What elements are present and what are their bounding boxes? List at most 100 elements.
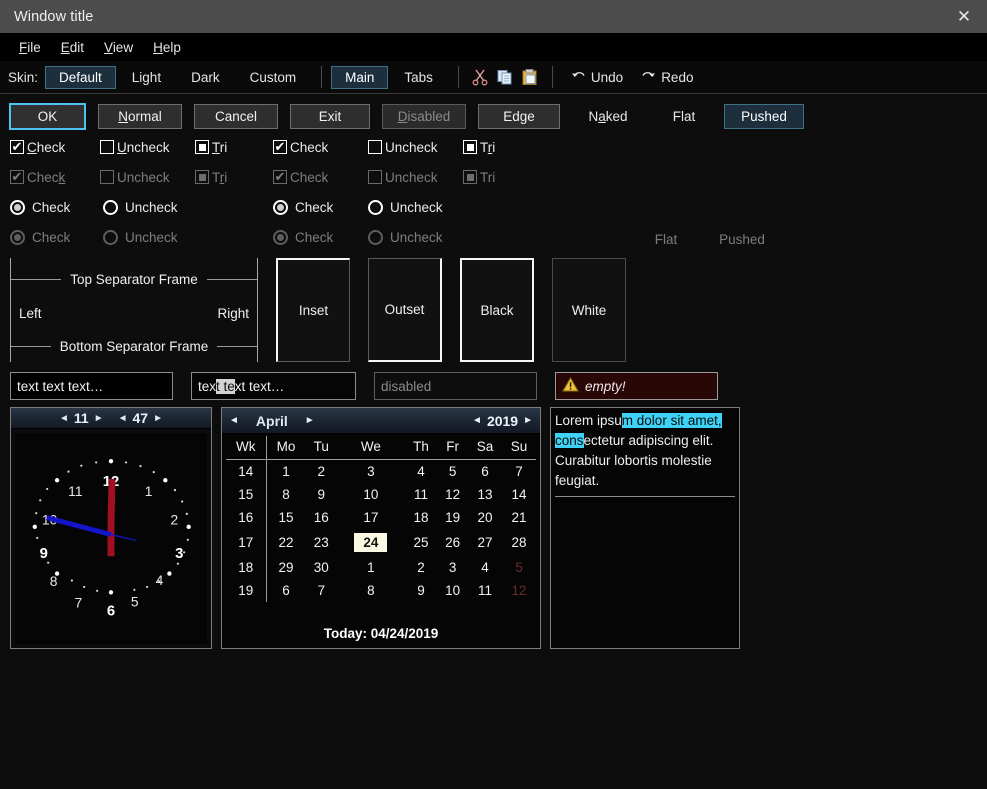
clock-face[interactable]: 12 1 2 3 4 5 6 7 8 9 10 11 [15,433,207,644]
calendar-day[interactable]: 8 [266,483,306,506]
naked-button[interactable]: Naked [572,104,644,129]
text-input-error[interactable]: empty! [555,372,718,400]
calendar-day[interactable]: 2 [405,556,437,579]
calendar-day[interactable]: 5 [502,556,536,579]
calendar-day[interactable]: 13 [468,483,502,506]
minute-spinner[interactable]: ◄ 47 ► [118,410,163,426]
checkbox-tri-1[interactable]: Tri [195,140,273,155]
menu-item-file[interactable]: File [9,38,51,57]
radio-circle [10,200,25,215]
month-spinner[interactable]: ◄ April ► [229,413,315,429]
calendar-day[interactable]: 29 [266,556,306,579]
redo-button[interactable]: Redo [632,66,702,88]
year-prev-icon[interactable]: ◄ [472,415,482,426]
radio-check-2[interactable]: Check [273,200,368,215]
close-icon[interactable]: ✕ [941,0,987,33]
text-input-2[interactable]: text text text… [191,372,356,400]
checkbox-check-1[interactable]: ✔ Check [10,140,100,155]
normal-button[interactable]: Normal [98,104,182,129]
hour-next-icon[interactable]: ► [94,413,104,424]
calendar-day[interactable]: 9 [306,483,337,506]
checkbox-uncheck-disabled-2: Uncheck [368,170,463,185]
checkbox-uncheck-1[interactable]: Uncheck [100,140,195,155]
calendar-day[interactable]: 26 [437,529,468,556]
menu-item-view[interactable]: View [94,38,143,57]
cancel-button[interactable]: Cancel [194,104,278,129]
page-tabs-button[interactable]: Tabs [390,66,447,89]
calendar-day[interactable]: 18 [405,506,437,529]
skin-custom-button[interactable]: Custom [236,66,311,89]
hour-value: 11 [74,410,89,426]
calendar-day[interactable]: 30 [306,556,337,579]
calendar-week-number: 17 [226,529,266,556]
calendar-day[interactable]: 15 [266,506,306,529]
menu-item-help[interactable]: Help [143,38,191,57]
year-next-icon[interactable]: ► [523,415,533,426]
calendar-day[interactable]: 28 [502,529,536,556]
calendar-day[interactable]: 11 [405,483,437,506]
calendar-day[interactable]: 14 [502,483,536,506]
minute-prev-icon[interactable]: ◄ [118,413,128,424]
calendar-day[interactable]: 6 [468,460,502,484]
calendar-day[interactable]: 12 [502,579,536,602]
calendar-day[interactable]: 1 [337,556,405,579]
calendar-day[interactable]: 16 [306,506,337,529]
radio-uncheck-2[interactable]: Uncheck [368,200,443,215]
hour-spinner[interactable]: ◄ 11 ► [59,410,104,426]
paste-icon[interactable] [518,65,542,89]
exit-button[interactable]: Exit [290,104,370,129]
skin-dark-button[interactable]: Dark [177,66,234,89]
copy-icon[interactable] [493,65,517,89]
calendar-day[interactable]: 5 [437,460,468,484]
calendar-day[interactable]: 8 [337,579,405,602]
month-prev-icon[interactable]: ◄ [229,415,239,426]
calendar-day-today[interactable]: 24 [337,529,405,556]
checkbox-tri-2[interactable]: Tri [463,140,495,155]
radio-check-1[interactable]: Check [10,200,103,215]
calendar-day[interactable]: 19 [437,506,468,529]
undo-button[interactable]: Undo [562,66,632,88]
menu-item-edit[interactable]: Edit [51,38,94,57]
checkbox-uncheck-2[interactable]: Uncheck [368,140,463,155]
calendar-day[interactable]: 4 [468,556,502,579]
radio-uncheck-1[interactable]: Uncheck [103,200,273,215]
clock-widget: ◄ 11 ► ◄ 47 ► [10,407,212,649]
calendar-day[interactable]: 2 [306,460,337,484]
inset-frame: Inset [276,258,350,362]
calendar-day[interactable]: 3 [337,460,405,484]
calendar-day[interactable]: 17 [337,506,405,529]
calendar-day[interactable]: 12 [437,483,468,506]
page-main-button[interactable]: Main [331,66,388,89]
minute-next-icon[interactable]: ► [153,413,163,424]
skin-light-button[interactable]: Light [118,66,175,89]
edge-button[interactable]: Edge [478,104,560,129]
calendar-day[interactable]: 21 [502,506,536,529]
checkbox-check-2[interactable]: ✔ Check [273,140,368,155]
memo-widget[interactable]: Lorem ipsum dolor sit amet, consectetur … [550,407,740,649]
cut-icon[interactable] [468,65,492,89]
hour-prev-icon[interactable]: ◄ [59,413,69,424]
calendar-day[interactable]: 23 [306,529,337,556]
calendar-day[interactable]: 4 [405,460,437,484]
calendar-day[interactable]: 1 [266,460,306,484]
calendar-day[interactable]: 20 [468,506,502,529]
text-input-1[interactable]: text text text… [10,372,173,400]
calendar-day[interactable]: 22 [266,529,306,556]
calendar-day[interactable]: 7 [306,579,337,602]
calendar-day[interactable]: 7 [502,460,536,484]
calendar-day[interactable]: 27 [468,529,502,556]
month-next-icon[interactable]: ► [305,415,315,426]
ok-button[interactable]: OK [9,103,86,130]
calendar-day[interactable]: 10 [437,579,468,602]
calendar-day[interactable]: 6 [266,579,306,602]
radio-label: Check [32,200,70,215]
skin-default-button[interactable]: Default [45,66,116,89]
calendar-day[interactable]: 9 [405,579,437,602]
calendar-day[interactable]: 11 [468,579,502,602]
year-spinner[interactable]: ◄ 2019 ► [472,413,533,429]
flat-button[interactable]: Flat [656,104,712,129]
pushed-button[interactable]: Pushed [724,104,804,129]
calendar-day[interactable]: 25 [405,529,437,556]
calendar-day[interactable]: 10 [337,483,405,506]
calendar-day[interactable]: 3 [437,556,468,579]
